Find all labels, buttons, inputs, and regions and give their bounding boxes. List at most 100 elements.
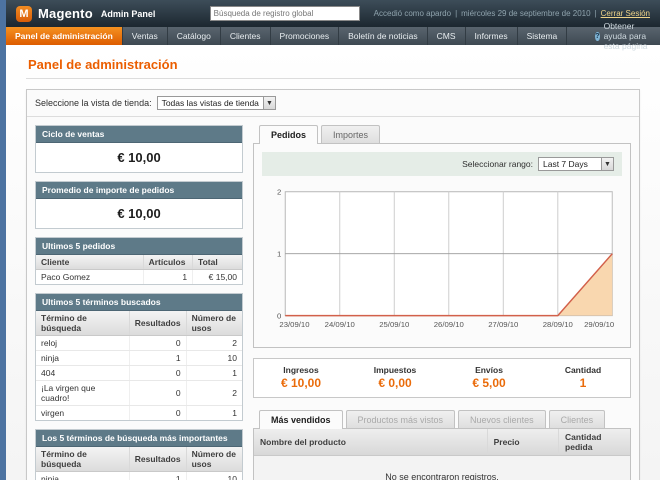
current-date: miércoles 29 de septiembre de 2010 bbox=[461, 9, 590, 18]
col-customer: Cliente bbox=[36, 255, 143, 270]
separator: | bbox=[595, 9, 597, 18]
col-term: Término de búsqueda bbox=[36, 311, 129, 336]
tab-amounts[interactable]: Importes bbox=[321, 125, 380, 143]
products-table: Nombre del producto Precio Cantidad pedi… bbox=[254, 429, 630, 456]
panel-title: Promedio de importe de pedidos bbox=[36, 182, 242, 199]
cell-uses: 2 bbox=[186, 336, 242, 351]
svg-text:26/09/10: 26/09/10 bbox=[434, 320, 464, 329]
total-label: Cantidad bbox=[536, 365, 630, 375]
panel-average-order: Promedio de importe de pedidos € 10,00 bbox=[35, 181, 243, 229]
panel-title: Ultimos 5 pedidos bbox=[36, 238, 242, 255]
cell-total: € 15,00 bbox=[193, 270, 242, 285]
nav-item-system[interactable]: Sistema bbox=[518, 27, 568, 45]
cell-term: 404 bbox=[36, 366, 129, 381]
cell-term: ninja bbox=[36, 472, 129, 480]
chart-tabs: Pedidos Importes bbox=[253, 125, 631, 143]
table-row: reloj 0 2 bbox=[36, 336, 242, 351]
table-row: 404 0 1 bbox=[36, 366, 242, 381]
separator: | bbox=[455, 9, 457, 18]
help-icon: ? bbox=[595, 32, 599, 41]
total-value: € 10,00 bbox=[254, 376, 348, 390]
svg-text:0: 0 bbox=[277, 312, 281, 321]
table-row: ninja 1 10 bbox=[36, 351, 242, 366]
nav-item-sales[interactable]: Ventas bbox=[123, 27, 168, 45]
help-label: Obtener ayuda para esta página bbox=[604, 21, 650, 51]
nav-item-dashboard[interactable]: Panel de administración bbox=[6, 27, 123, 45]
total-tax: Impuestos € 0,00 bbox=[348, 365, 442, 390]
col-uses: Número de usos bbox=[186, 447, 242, 472]
total-label: Ingresos bbox=[254, 365, 348, 375]
tab-customers[interactable]: Clientes bbox=[549, 410, 606, 428]
total-label: Impuestos bbox=[348, 365, 442, 375]
panel-last-search-terms: Ultimos 5 términos buscados Término de b… bbox=[35, 293, 243, 421]
col-results: Resultados bbox=[129, 311, 186, 336]
table-row: ninja 1 10 bbox=[36, 472, 242, 480]
table-header-row: Término de búsqueda Resultados Número de… bbox=[36, 447, 242, 472]
nav-spacer bbox=[567, 27, 585, 45]
cell-results: 0 bbox=[129, 406, 186, 421]
tab-most-viewed[interactable]: Productos más vistos bbox=[346, 410, 456, 428]
cell-term: ¡La virgen que cuadro! bbox=[36, 381, 129, 406]
total-label: Envíos bbox=[442, 365, 536, 375]
cell-uses: 1 bbox=[186, 406, 242, 421]
range-bar: Seleccionar rango: Last 7 Days ▼ bbox=[262, 152, 622, 176]
table-header-row: Nombre del producto Precio Cantidad pedi… bbox=[254, 429, 630, 456]
total-shipping: Envíos € 5,00 bbox=[442, 365, 536, 390]
dashboard-columns: Ciclo de ventas € 10,00 Promedio de impo… bbox=[27, 117, 639, 480]
panel-last-orders: Ultimos 5 pedidos Cliente Artículos Tota… bbox=[35, 237, 243, 285]
cell-customer: Paco Gomez bbox=[36, 270, 143, 285]
total-value: € 0,00 bbox=[348, 376, 442, 390]
logo-title: Magento bbox=[38, 6, 93, 21]
total-revenue: Ingresos € 10,00 bbox=[254, 365, 348, 390]
panel-title: Ciclo de ventas bbox=[36, 126, 242, 143]
empty-records-message: No se encontraron registros. bbox=[254, 456, 630, 480]
total-value: 1 bbox=[536, 376, 630, 390]
total-value: € 5,00 bbox=[442, 376, 536, 390]
total-quantity: Cantidad 1 bbox=[536, 365, 630, 390]
magento-logo-icon: M bbox=[16, 6, 32, 22]
col-uses: Número de usos bbox=[186, 311, 242, 336]
global-search-input[interactable] bbox=[210, 6, 360, 21]
panel-sales-cycle: Ciclo de ventas € 10,00 bbox=[35, 125, 243, 173]
nav-item-catalog[interactable]: Catálogo bbox=[168, 27, 221, 45]
page-title: Panel de administración bbox=[26, 53, 640, 79]
cell-items: 1 bbox=[143, 270, 192, 285]
orders-chart: 01223/09/1024/09/1025/09/1026/09/1027/09… bbox=[262, 176, 622, 339]
tab-new-customers[interactable]: Nuevos clientes bbox=[458, 410, 546, 428]
nav-item-cms[interactable]: CMS bbox=[428, 27, 466, 45]
svg-text:28/09/10: 28/09/10 bbox=[543, 320, 573, 329]
tab-orders[interactable]: Pedidos bbox=[259, 125, 318, 144]
cell-results: 0 bbox=[129, 366, 186, 381]
col-term: Término de búsqueda bbox=[36, 447, 129, 472]
top-search-table: Término de búsqueda Resultados Número de… bbox=[36, 447, 242, 480]
product-tabs-section: Más vendidos Productos más vistos Nuevos… bbox=[253, 410, 631, 480]
help-link[interactable]: ? Obtener ayuda para esta página bbox=[585, 27, 660, 45]
nav-item-reports[interactable]: Informes bbox=[466, 27, 518, 45]
col-results: Resultados bbox=[129, 447, 186, 472]
dashboard-main: Pedidos Importes Seleccionar rango: Last… bbox=[253, 125, 631, 480]
svg-text:27/09/10: 27/09/10 bbox=[488, 320, 518, 329]
logout-link[interactable]: Cerrar Sesión bbox=[601, 9, 650, 18]
cell-term: ninja bbox=[36, 351, 129, 366]
tab-bestsellers[interactable]: Más vendidos bbox=[259, 410, 343, 429]
last-search-table: Término de búsqueda Resultados Número de… bbox=[36, 311, 242, 420]
nav-item-promotions[interactable]: Promociones bbox=[271, 27, 340, 45]
content-area: Panel de administración Seleccione la vi… bbox=[6, 45, 660, 480]
chevron-down-icon: ▼ bbox=[601, 158, 613, 170]
svg-text:2: 2 bbox=[277, 188, 281, 197]
sales-cycle-value: € 10,00 bbox=[36, 143, 242, 172]
table-row: ¡La virgen que cuadro! 0 2 bbox=[36, 381, 242, 406]
store-view-label: Seleccione la vista de tienda: bbox=[35, 98, 152, 108]
nav-item-newsletter[interactable]: Boletín de noticias bbox=[339, 27, 427, 45]
store-view-value: Todas las vistas de tienda bbox=[158, 98, 263, 108]
sidebar-stats: Ciclo de ventas € 10,00 Promedio de impo… bbox=[35, 125, 243, 480]
panel-title: Los 5 términos de búsqueda más important… bbox=[36, 430, 242, 447]
logo-subtitle: Admin Panel bbox=[101, 9, 156, 19]
store-view-select[interactable]: Todas las vistas de tienda ▼ bbox=[157, 96, 276, 110]
nav-item-customers[interactable]: Clientes bbox=[221, 27, 271, 45]
range-select[interactable]: Last 7 Days ▼ bbox=[538, 157, 614, 171]
app-window: M Magento Admin Panel Accedió como apard… bbox=[0, 0, 660, 480]
svg-text:24/09/10: 24/09/10 bbox=[325, 320, 355, 329]
cell-term: reloj bbox=[36, 336, 129, 351]
cell-uses: 2 bbox=[186, 381, 242, 406]
